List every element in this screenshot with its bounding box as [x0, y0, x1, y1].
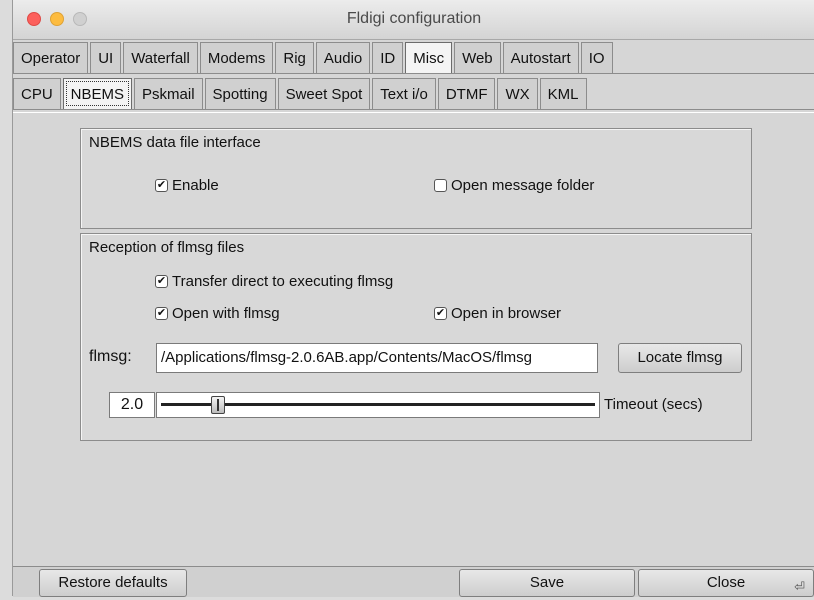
- enable-label: Enable: [172, 177, 219, 194]
- transfer-direct-checkbox[interactable]: ✔ Transfer direct to executing flmsg: [155, 273, 393, 290]
- open-with-flmsg-label: Open with flmsg: [172, 305, 280, 322]
- sub-tab-dtmf[interactable]: DTMF: [437, 78, 496, 109]
- main-tab-autostart[interactable]: Autostart: [502, 42, 579, 73]
- window-title: Fldigi configuration: [346, 10, 482, 27]
- button-bar: Restore defaults Save Close ⏎: [13, 566, 814, 597]
- checkbox-empty-icon: [434, 179, 447, 192]
- main-tab-id[interactable]: ID: [372, 42, 404, 73]
- open-in-browser-checkbox[interactable]: ✔ Open in browser: [434, 305, 561, 322]
- main-tab-rig[interactable]: Rig: [275, 42, 314, 73]
- main-tab-operator[interactable]: Operator: [13, 42, 89, 73]
- main-tab-io[interactable]: IO: [580, 42, 613, 73]
- slider-thumb[interactable]: [211, 396, 226, 414]
- tab-divider: [13, 109, 814, 110]
- flmsg-path-input[interactable]: /Applications/flmsg-2.0.6AB.app/Contents…: [156, 343, 598, 373]
- flmsg-path-label: flmsg:: [89, 348, 132, 365]
- reception-group: Reception of flmsg files ✔ Transfer dire…: [80, 233, 752, 441]
- main-tab-waterfall[interactable]: Waterfall: [123, 42, 198, 73]
- close-button[interactable]: Close ⏎: [638, 569, 814, 597]
- nbems-group: NBEMS data file interface ✔ Enable Open …: [80, 128, 752, 229]
- main-tab-audio[interactable]: Audio: [315, 42, 371, 73]
- sub-tab-cpu[interactable]: CPU: [13, 78, 61, 109]
- save-button[interactable]: Save: [459, 569, 635, 597]
- tab-content: NBEMS data file interface ✔ Enable Open …: [13, 112, 814, 567]
- title-bar: Fldigi configuration: [13, 0, 814, 40]
- sub-tab-text-i-o[interactable]: Text i/o: [372, 78, 436, 109]
- main-tab-web[interactable]: Web: [454, 42, 501, 73]
- close-button-label: Close: [706, 574, 746, 591]
- sub-tab-sweet-spot[interactable]: Sweet Spot: [277, 78, 371, 109]
- sub-tab-nbems[interactable]: NBEMS: [62, 78, 133, 109]
- open-message-folder-label: Open message folder: [451, 177, 595, 194]
- tab-divider: [13, 73, 814, 74]
- checkmark-icon: ✔: [155, 179, 168, 192]
- open-with-flmsg-checkbox[interactable]: ✔ Open with flmsg: [155, 305, 280, 322]
- sub-tab-bar: CPU NBEMS Pskmail Spotting Sweet Spot Text i/…: [13, 78, 589, 109]
- sub-tab-kml[interactable]: KML: [539, 78, 587, 109]
- reception-group-title: Reception of flmsg files: [89, 239, 245, 256]
- transfer-direct-label: Transfer direct to executing flmsg: [172, 273, 394, 290]
- return-key-icon: ⏎: [794, 579, 805, 594]
- checkmark-icon: ✔: [155, 307, 168, 320]
- open-in-browser-label: Open in browser: [451, 305, 562, 322]
- checkmark-icon: ✔: [155, 275, 168, 288]
- restore-defaults-button[interactable]: Restore defaults: [39, 569, 187, 597]
- main-tab-ui[interactable]: UI: [90, 42, 122, 73]
- config-window: Fldigi configuration Operator UI Waterfall…: [12, 0, 814, 597]
- timeout-slider[interactable]: [156, 392, 600, 418]
- main-tab-misc[interactable]: Misc: [405, 42, 453, 73]
- sub-tab-spotting[interactable]: Spotting: [204, 78, 276, 109]
- locate-flmsg-button[interactable]: Locate flmsg: [618, 343, 742, 373]
- timeout-value-display[interactable]: 2.0: [109, 392, 155, 418]
- slider-track: [161, 403, 595, 406]
- sub-tab-pskmail[interactable]: Pskmail: [134, 78, 203, 109]
- sub-tab-wx[interactable]: WX: [497, 78, 538, 109]
- main-tab-bar: Operator UI Waterfall Modems Rig Audio ID Misc W…: [13, 42, 615, 73]
- timeout-label: Timeout (secs): [604, 396, 703, 413]
- open-message-folder-checkbox[interactable]: Open message folder: [434, 177, 594, 194]
- enable-checkbox[interactable]: ✔ Enable: [155, 177, 219, 194]
- nbems-group-title: NBEMS data file interface: [89, 134, 261, 151]
- checkmark-icon: ✔: [434, 307, 447, 320]
- main-tab-modems[interactable]: Modems: [199, 42, 274, 73]
